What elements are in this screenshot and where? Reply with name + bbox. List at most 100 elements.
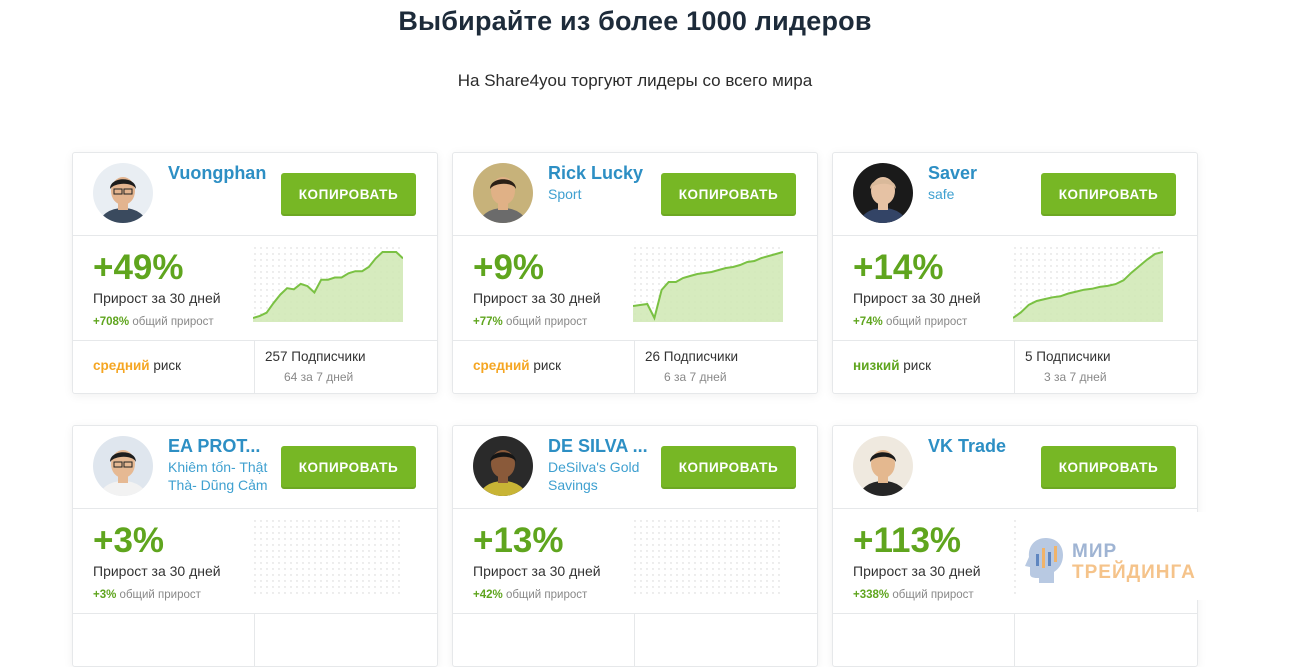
leader-stats: +9% Прирост за 30 дней +77% общий прирост <box>453 236 817 341</box>
total-growth-label: общий прирост <box>132 316 214 328</box>
avatar[interactable] <box>853 163 913 223</box>
watermark-line2: ТРЕЙДИНГА <box>1072 562 1196 583</box>
leader-card: Rick Lucky Sport КОПИРОВАТЬ +9% Прирост за 3… <box>452 152 818 394</box>
total-growth: +74% общий прирост <box>853 316 967 328</box>
head-chart-icon <box>1025 538 1063 583</box>
copy-button[interactable]: КОПИРОВАТЬ <box>661 446 796 489</box>
avatar[interactable] <box>93 163 153 223</box>
leader-card-header: VK Trade КОПИРОВАТЬ <box>833 426 1197 509</box>
total-growth-label: общий прирост <box>505 316 588 328</box>
subscribers-count: 257 Подписчики <box>265 349 366 364</box>
leader-name[interactable]: Saver <box>928 163 1028 184</box>
growth-value: +14% <box>853 248 944 287</box>
leader-card-header: DE SILVA ... DeSilva's Gold Savings КОПИРО… <box>453 426 817 509</box>
total-growth: +708% общий прирост <box>93 316 214 328</box>
strategy-name[interactable]: DeSilva's Gold Savings <box>548 458 653 494</box>
total-growth-label: общий прирост <box>892 589 974 601</box>
total-growth-value: +77% <box>473 316 503 328</box>
leader-card-header: EA PROT... Khiêm tốn- Thật Thà- Dũng Cảm К… <box>73 426 437 509</box>
leader-stats: +13% Прирост за 30 дней +42% общий прирост <box>453 509 817 614</box>
page-title: Выбирайте из более 1000 лидеров <box>398 6 872 36</box>
strategy-name[interactable]: safe <box>928 185 1033 203</box>
subscribers-week: 6 за 7 дней <box>664 370 727 384</box>
growth-sparkline <box>633 519 783 595</box>
total-growth: +338% общий прирост <box>853 589 974 601</box>
growth-value: +49% <box>93 248 184 287</box>
total-growth-value: +708% <box>93 316 130 328</box>
leader-name[interactable]: EA PROT... <box>168 436 268 457</box>
leader-name[interactable]: Vuongphan <box>168 163 268 184</box>
total-growth-value: +3% <box>93 589 117 601</box>
leader-footer: низкий риск 5 Подписчики 3 за 7 дней <box>833 341 1197 393</box>
growth-label: Прирост за 30 дней <box>93 563 221 579</box>
risk-indicator: средний риск <box>473 358 561 373</box>
growth-label: Прирост за 30 дней <box>93 290 221 306</box>
copy-button[interactable]: КОПИРОВАТЬ <box>1041 446 1176 489</box>
leader-footer: средний риск 26 Подписчики 6 за 7 дней <box>453 341 817 393</box>
watermark-line1: МИР <box>1072 541 1118 562</box>
leader-name[interactable]: VK Trade <box>928 436 1028 457</box>
growth-sparkline <box>253 519 403 595</box>
leader-name[interactable]: DE SILVA ... <box>548 436 648 457</box>
footer-divider <box>254 614 255 666</box>
growth-label: Прирост за 30 дней <box>473 290 601 306</box>
leader-card-header: Saver safe КОПИРОВАТЬ <box>833 153 1197 236</box>
leader-card: DE SILVA ... DeSilva's Gold Savings КОПИРО… <box>452 425 818 667</box>
strategy-name[interactable]: Khiêm tốn- Thật Thà- Dũng Cảm <box>168 458 273 494</box>
growth-label: Прирост за 30 дней <box>473 563 601 579</box>
leader-stats: +14% Прирост за 30 дней +74% общий прирост <box>833 236 1197 341</box>
risk-level: средний <box>473 358 530 373</box>
leader-footer <box>73 614 437 666</box>
subscribers-count: 5 Подписчики <box>1025 349 1111 364</box>
copy-button[interactable]: КОПИРОВАТЬ <box>281 173 416 216</box>
growth-value: +9% <box>473 248 545 287</box>
total-growth: +3% общий прирост <box>93 589 201 601</box>
subscribers-week: 64 за 7 дней <box>284 370 354 384</box>
copy-button[interactable]: КОПИРОВАТЬ <box>281 446 416 489</box>
leader-card: EA PROT... Khiêm tốn- Thật Thà- Dũng Cảm К… <box>72 425 438 667</box>
footer-divider <box>1014 341 1015 393</box>
growth-value: +113% <box>853 521 962 560</box>
leader-card: Saver safe КОПИРОВАТЬ +14% Прирост за 30 дне… <box>832 152 1198 394</box>
copy-button[interactable]: КОПИРОВАТЬ <box>661 173 796 216</box>
total-growth-label: общий прирост <box>885 316 968 328</box>
strategy-name[interactable]: Sport <box>548 185 653 203</box>
total-growth: +42% общий прирост <box>473 589 587 601</box>
leader-card-header: Rick Lucky Sport КОПИРОВАТЬ <box>453 153 817 236</box>
leader-name[interactable]: Rick Lucky <box>548 163 648 184</box>
growth-sparkline <box>1012 246 1164 322</box>
growth-sparkline <box>252 246 404 322</box>
avatar[interactable] <box>93 436 153 496</box>
total-growth: +77% общий прирост <box>473 316 587 328</box>
avatar[interactable] <box>853 436 913 496</box>
copy-button[interactable]: КОПИРОВАТЬ <box>1041 173 1176 216</box>
footer-divider <box>254 341 255 393</box>
subscribers-count: 26 Подписчики <box>645 349 739 364</box>
leader-footer <box>833 614 1197 666</box>
footer-divider <box>1014 614 1015 666</box>
growth-label: Прирост за 30 дней <box>853 563 981 579</box>
growth-label: Прирост за 30 дней <box>853 290 981 306</box>
avatar[interactable] <box>473 436 533 496</box>
growth-value: +13% <box>473 521 564 560</box>
leader-card-header: Vuongphan КОПИРОВАТЬ <box>73 153 437 236</box>
leader-footer: средний риск 257 Подписчики 64 за 7 дней <box>73 341 437 393</box>
page-subtitle: На Share4you торгуют лидеры со всего мир… <box>457 71 813 90</box>
total-growth-value: +42% <box>473 589 503 601</box>
risk-indicator: низкий риск <box>853 358 931 373</box>
risk-word: риск <box>533 358 562 373</box>
risk-word: риск <box>903 358 932 373</box>
footer-divider <box>634 614 635 666</box>
total-growth-value: +74% <box>853 316 883 328</box>
risk-level: низкий <box>853 358 900 373</box>
risk-level: средний <box>93 358 150 373</box>
risk-indicator: средний риск <box>93 358 181 373</box>
footer-divider <box>634 341 635 393</box>
total-growth-value: +338% <box>853 589 890 601</box>
growth-sparkline <box>632 246 784 322</box>
leader-card: Vuongphan КОПИРОВАТЬ +49% Прирост за 30 дне… <box>72 152 438 394</box>
leader-stats: +3% Прирост за 30 дней +3% общий прирост <box>73 509 437 614</box>
subscribers-week: 3 за 7 дней <box>1044 370 1107 384</box>
avatar[interactable] <box>473 163 533 223</box>
risk-word: риск <box>153 358 182 373</box>
